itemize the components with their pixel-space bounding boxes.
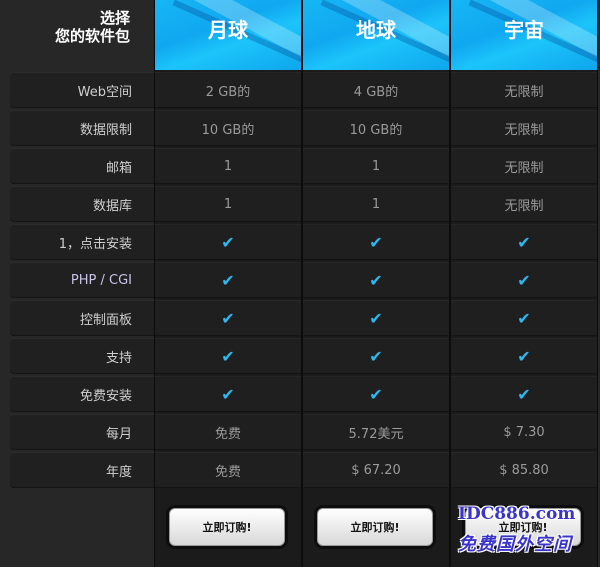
plan-cell: $ 7.30 (451, 414, 597, 450)
plan-name: 地球 (356, 18, 396, 42)
plan-cell: ✔ (303, 262, 449, 298)
choose-package-title: 选择 您的软件包 (6, 0, 154, 72)
feature-label-monthly: 每月 (10, 414, 158, 450)
feature-label-column: 选择 您的软件包 Web空间 数据限制 邮箱 数据库 1，点击安装 PHP / … (6, 0, 158, 567)
plan-cell: ✔ (451, 262, 597, 298)
feature-label-support: 支持 (10, 338, 158, 374)
plan-cell: 免费 (155, 414, 301, 450)
feature-label-one-click-install: 1，点击安装 (10, 224, 158, 260)
plan-column-earth: 地球 4 GB的 10 GB的 1 1 ✔ ✔ ✔ ✔ ✔ 5.72美元 $ 6… (303, 0, 449, 567)
feature-label-web-space: Web空间 (10, 72, 158, 108)
plan-cell: 免费 (155, 452, 301, 488)
plan-cell: ✔ (155, 376, 301, 412)
check-icon: ✔ (221, 270, 235, 290)
check-icon: ✔ (517, 346, 531, 366)
plan-cell: $ 85.80 (451, 452, 597, 488)
plan-column-moon: 月球 2 GB的 10 GB的 1 1 ✔ ✔ ✔ ✔ ✔ 免费 免费 立即订购… (155, 0, 301, 567)
plan-cell: 无限制 (451, 186, 597, 222)
plan-cell: ✔ (451, 224, 597, 260)
plan-column-universe: 宇宙 无限制 无限制 无限制 无限制 ✔ ✔ ✔ ✔ ✔ $ 7.30 $ 85… (451, 0, 597, 567)
plan-cell: 10 GB的 (303, 110, 449, 146)
plan-cell: ✔ (155, 262, 301, 298)
feature-label-control-panel: 控制面板 (10, 300, 158, 336)
plan-cell: 无限制 (451, 148, 597, 184)
plan-name: 宇宙 (504, 18, 544, 42)
plan-cell: 无限制 (451, 110, 597, 146)
plan-cell: 2 GB的 (155, 72, 301, 108)
check-icon: ✔ (369, 384, 383, 404)
check-icon: ✔ (221, 308, 235, 328)
feature-label-database: 数据库 (10, 186, 158, 222)
check-icon: ✔ (369, 270, 383, 290)
plan-cell: ✔ (451, 338, 597, 374)
feature-label-php-cgi: PHP / CGI (10, 262, 158, 298)
check-icon: ✔ (517, 384, 531, 404)
check-icon: ✔ (221, 346, 235, 366)
plan-cell: $ 67.20 (303, 452, 449, 488)
check-icon: ✔ (221, 232, 235, 252)
order-now-button[interactable]: 立即订购! (169, 508, 285, 546)
feature-label-yearly: 年度 (10, 452, 158, 488)
plan-cell: ✔ (303, 224, 449, 260)
watermark-domain: IDC886.com (458, 504, 576, 524)
plan-header-earth: 地球 (303, 0, 449, 70)
pricing-table: 选择 您的软件包 Web空间 数据限制 邮箱 数据库 1，点击安装 PHP / … (0, 0, 600, 567)
plan-cell: ✔ (451, 376, 597, 412)
plan-cell: ✔ (303, 376, 449, 412)
plan-name: 月球 (208, 18, 248, 42)
feature-label-email: 邮箱 (10, 148, 158, 184)
check-icon: ✔ (517, 232, 531, 252)
corner-title-line1: 选择 (99, 9, 130, 27)
plan-cell: 4 GB的 (303, 72, 449, 108)
plan-cell: ✔ (155, 338, 301, 374)
feature-label-free-install: 免费安装 (10, 376, 158, 412)
watermark-slogan: 免费国外空间 (458, 534, 572, 555)
plan-cell: ✔ (155, 224, 301, 260)
plan-cell: ✔ (303, 300, 449, 336)
plan-cell: 1 (303, 148, 449, 184)
feature-label-data-limit: 数据限制 (10, 110, 158, 146)
plan-cell: ✔ (303, 338, 449, 374)
check-icon: ✔ (221, 384, 235, 404)
plan-cell: 10 GB的 (155, 110, 301, 146)
plan-header-moon: 月球 (155, 0, 301, 70)
site-watermark: IDC886.com 免费国外空间 (452, 504, 600, 564)
check-icon: ✔ (517, 270, 531, 290)
check-icon: ✔ (369, 346, 383, 366)
check-icon: ✔ (369, 232, 383, 252)
plan-cell: 1 (303, 186, 449, 222)
plan-cell: 1 (155, 148, 301, 184)
plan-cell: ✔ (451, 300, 597, 336)
plan-cell: ✔ (155, 300, 301, 336)
plan-cell: 1 (155, 186, 301, 222)
corner-title-line2: 您的软件包 (54, 27, 130, 45)
plan-cell: 无限制 (451, 72, 597, 108)
check-icon: ✔ (369, 308, 383, 328)
order-now-button[interactable]: 立即订购! (317, 508, 433, 546)
plan-header-universe: 宇宙 (451, 0, 597, 70)
check-icon: ✔ (517, 308, 531, 328)
plan-cell: 5.72美元 (303, 414, 449, 450)
